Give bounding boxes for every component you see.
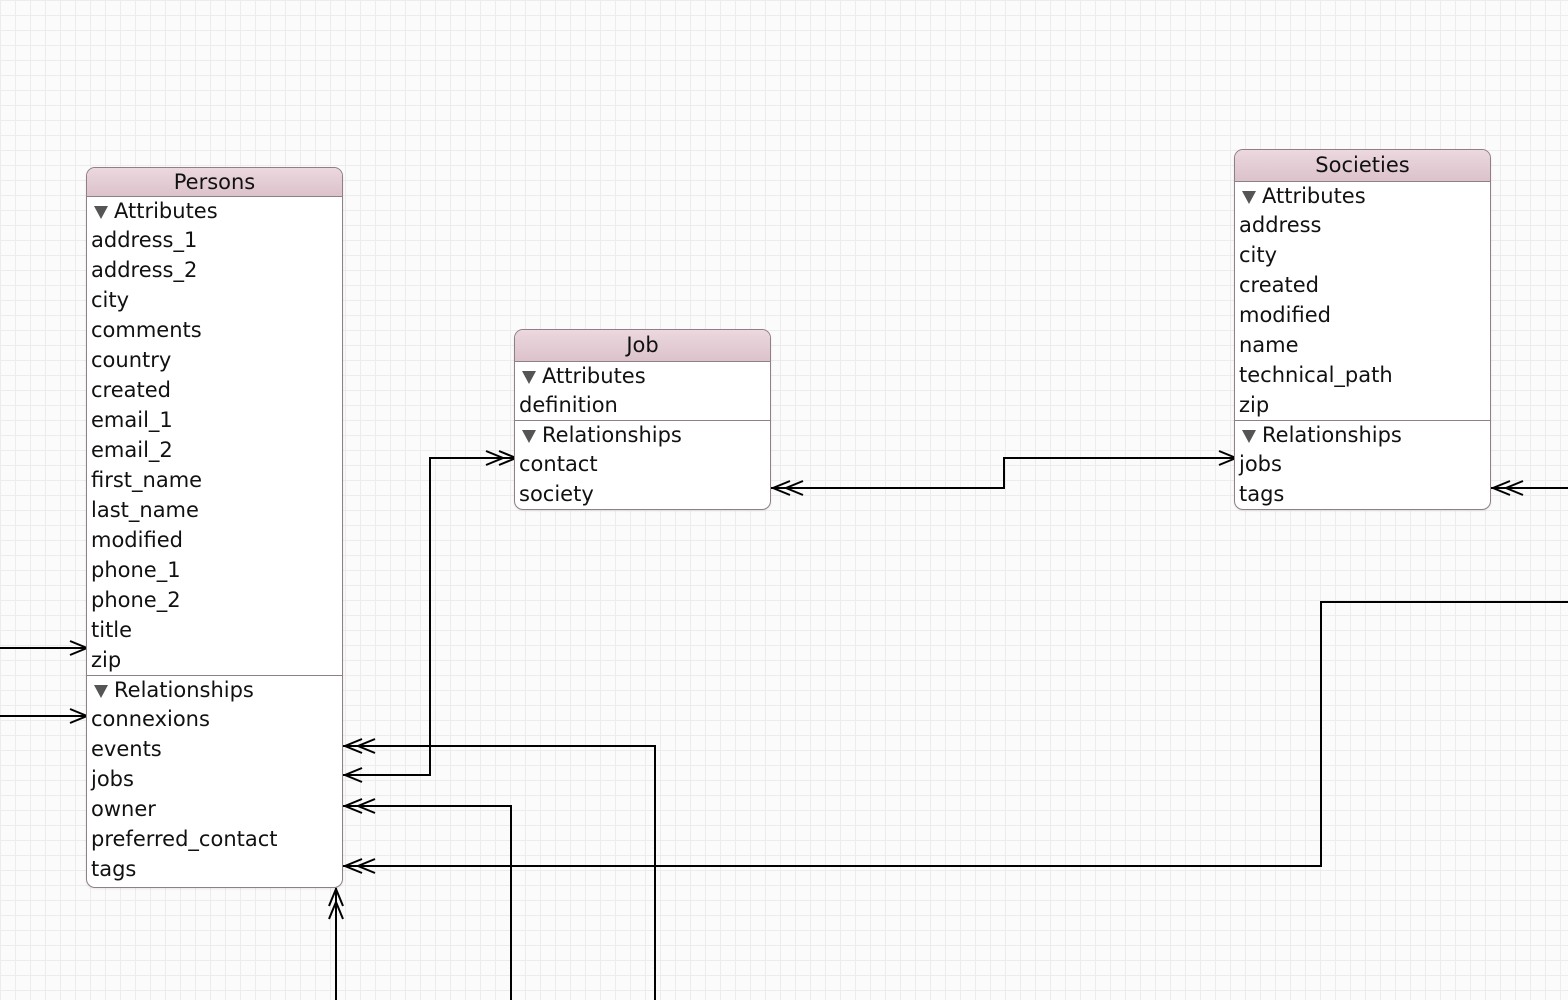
relationship-row[interactable]: contact [515,449,770,479]
entity-title[interactable]: Societies [1235,150,1490,182]
relationship-row[interactable]: events [87,734,342,764]
attribute-row[interactable]: country [87,345,342,375]
relationships-section-toggle[interactable]: Relationships [87,675,342,704]
relationship-row[interactable]: tags [87,854,342,884]
relationships-section-toggle[interactable]: Relationships [1235,420,1490,449]
disclosure-triangle-icon[interactable] [522,430,536,443]
relationships-section-label: Relationships [114,678,254,702]
attribute-row[interactable]: address [1235,210,1490,240]
attribute-row[interactable]: comments [87,315,342,345]
attributes-section-label: Attributes [114,199,218,223]
attribute-row[interactable]: city [87,285,342,315]
connector-job-society-societies-jobs [771,457,1234,489]
attribute-row[interactable]: zip [1235,390,1490,420]
disclosure-triangle-icon[interactable] [522,371,536,384]
attribute-row[interactable]: definition [515,390,770,420]
attribute-row[interactable]: created [87,375,342,405]
disclosure-triangle-icon[interactable] [1242,191,1256,204]
entity-persons[interactable]: Persons Attributes address_1 address_2 c… [86,167,343,888]
attributes-section-toggle[interactable]: Attributes [87,197,342,225]
relationship-row[interactable]: tags [1235,479,1490,509]
attribute-row[interactable]: title [87,615,342,645]
disclosure-triangle-icon[interactable] [94,685,108,698]
relationship-row[interactable]: connexions [87,704,342,734]
attributes-section-toggle[interactable]: Attributes [515,362,770,390]
attribute-row[interactable]: phone_2 [87,585,342,615]
connector-persons-tags [343,601,1568,867]
attributes-section-label: Attributes [1262,184,1366,208]
attribute-row[interactable]: name [1235,330,1490,360]
attribute-row[interactable]: city [1235,240,1490,270]
attribute-row[interactable]: email_2 [87,435,342,465]
relationship-row[interactable]: jobs [1235,449,1490,479]
model-editor-canvas[interactable]: Persons Attributes address_1 address_2 c… [0,0,1568,1000]
attribute-row[interactable]: phone_1 [87,555,342,585]
relationships-section-toggle[interactable]: Relationships [515,420,770,449]
attribute-row[interactable]: last_name [87,495,342,525]
disclosure-triangle-icon[interactable] [94,206,108,219]
attribute-row[interactable]: modified [87,525,342,555]
entity-title[interactable]: Persons [87,168,342,197]
attribute-row[interactable]: address_2 [87,255,342,285]
attributes-section-label: Attributes [542,364,646,388]
attribute-row[interactable]: technical_path [1235,360,1490,390]
disclosure-triangle-icon[interactable] [1242,430,1256,443]
relationship-row[interactable]: preferred_contact [87,824,342,854]
entity-title[interactable]: Job [515,330,770,362]
attribute-row[interactable]: zip [87,645,342,675]
attribute-row[interactable]: email_1 [87,405,342,435]
connector-persons-jobs-job-contact [343,457,514,776]
relationship-row[interactable]: society [515,479,770,509]
attribute-row[interactable]: first_name [87,465,342,495]
entity-job[interactable]: Job Attributes definition Relationships … [514,329,771,510]
relationships-section-label: Relationships [1262,423,1402,447]
attribute-row[interactable]: created [1235,270,1490,300]
attributes-section-toggle[interactable]: Attributes [1235,182,1490,210]
relationship-row[interactable]: owner [87,794,342,824]
entity-societies[interactable]: Societies Attributes address city create… [1234,149,1491,510]
connector-persons-owner [343,805,512,1000]
attribute-row[interactable]: modified [1235,300,1490,330]
attribute-row[interactable]: address_1 [87,225,342,255]
relationship-row[interactable]: jobs [87,764,342,794]
connector-persons-events [343,745,656,1000]
relationships-section-label: Relationships [542,423,682,447]
